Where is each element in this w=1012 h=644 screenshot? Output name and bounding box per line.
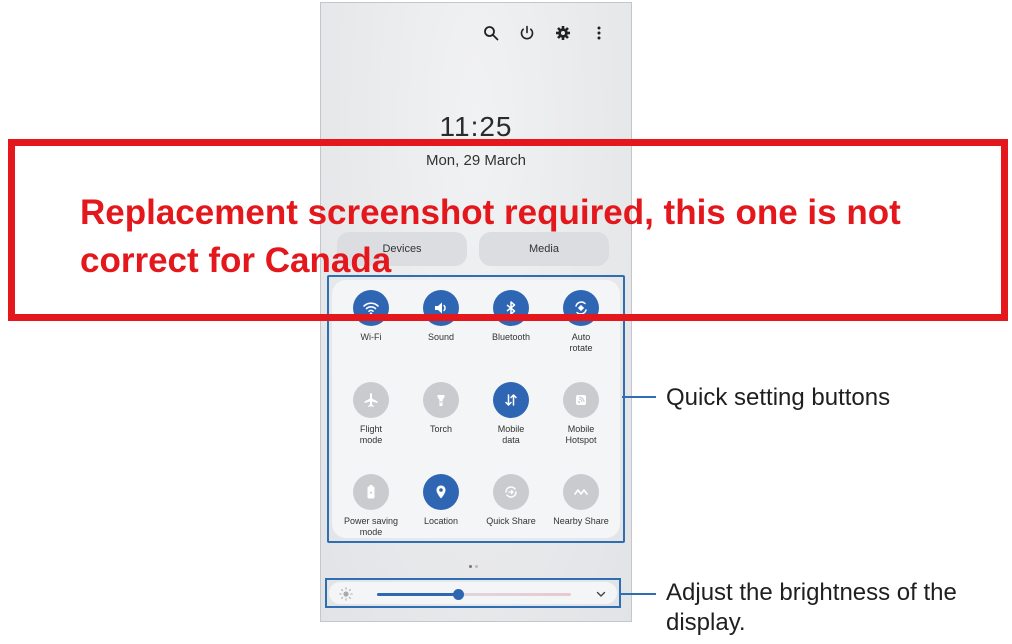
- tile-label: Torch: [429, 424, 452, 434]
- nearby-share-icon: [563, 474, 599, 510]
- tile-label: Quick Share: [486, 516, 536, 526]
- page-dot-active: [469, 565, 472, 568]
- tile-label: Bluetooth: [491, 332, 531, 342]
- mobile-data-icon: [493, 382, 529, 418]
- tile-torch[interactable]: Torch: [406, 382, 476, 460]
- tile-label: Power saving mode: [343, 516, 399, 537]
- brightness-highlight: [325, 578, 621, 608]
- chevron-down-icon[interactable]: [595, 588, 607, 600]
- brightness-callout-line: [620, 593, 656, 595]
- brightness-icon: [339, 587, 353, 601]
- brightness-bar: [329, 582, 617, 604]
- quick-share-icon: [493, 474, 529, 510]
- tile-label: Wi-Fi: [360, 332, 382, 342]
- tile-label: Location: [423, 516, 459, 526]
- tile-label: Mobile data: [497, 424, 525, 445]
- panel-top-bar: [481, 23, 609, 43]
- tile-mobile-data[interactable]: Mobile data: [476, 382, 546, 460]
- tile-quick-share[interactable]: Quick Share: [476, 474, 546, 552]
- quick-settings-callout-line: [622, 396, 656, 398]
- location-icon: [423, 474, 459, 510]
- tile-label: Sound: [427, 332, 455, 342]
- tile-power-saving[interactable]: Power saving mode: [336, 474, 406, 552]
- tile-location[interactable]: Location: [406, 474, 476, 552]
- hotspot-icon: [563, 382, 599, 418]
- tile-nearby-share[interactable]: Nearby Share: [546, 474, 616, 552]
- brightness-slider[interactable]: [377, 589, 571, 600]
- tile-label: Auto rotate: [569, 332, 593, 353]
- torch-icon: [423, 382, 459, 418]
- airplane-icon: [353, 382, 389, 418]
- quick-settings-callout: Quick setting buttons: [666, 384, 891, 411]
- gear-icon[interactable]: [553, 23, 573, 43]
- tile-flight-mode[interactable]: Flight mode: [336, 382, 406, 460]
- more-vert-icon[interactable]: [589, 23, 609, 43]
- brightness-thumb[interactable]: [453, 589, 465, 600]
- tile-label: Mobile Hotspot: [565, 424, 597, 445]
- replacement-notice-text: Replacement screenshot required, this on…: [80, 193, 901, 280]
- page-indicator: [469, 565, 478, 568]
- power-icon[interactable]: [517, 23, 537, 43]
- battery-icon: [353, 474, 389, 510]
- tile-label: Nearby Share: [553, 516, 609, 526]
- brightness-callout: Adjust the brightness of the display.: [666, 579, 957, 636]
- brightness-fill: [377, 593, 459, 596]
- page-dot: [475, 565, 478, 568]
- tile-mobile-hotspot[interactable]: Mobile Hotspot: [546, 382, 616, 460]
- search-icon[interactable]: [481, 23, 501, 43]
- quick-settings-grid: Wi-Fi Sound Bluetooth Auto rotate Flight…: [336, 290, 616, 552]
- tile-label: Flight mode: [359, 424, 383, 445]
